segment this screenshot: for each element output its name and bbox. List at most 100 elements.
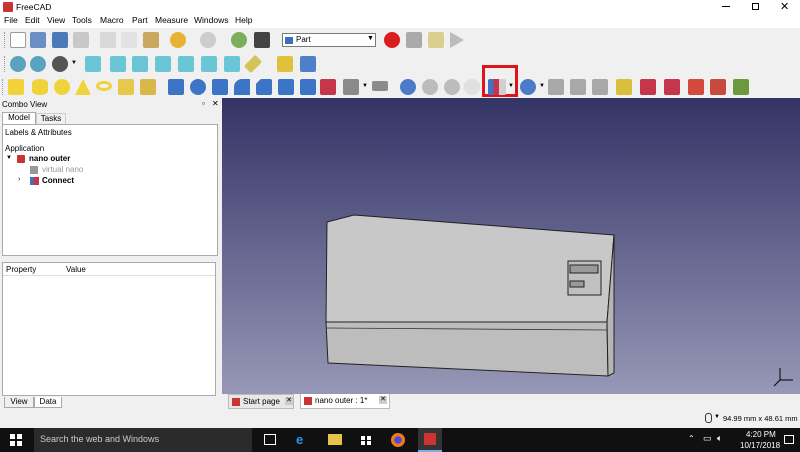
copy-icon[interactable]	[121, 32, 137, 48]
measure-linear-icon[interactable]	[664, 79, 680, 95]
minimize-icon[interactable]	[722, 6, 730, 7]
tab-tasks[interactable]: Tasks	[36, 113, 66, 124]
measure-clear-icon[interactable]	[733, 79, 749, 95]
clock-date[interactable]: 10/17/2018	[740, 441, 780, 450]
loft-icon[interactable]	[320, 79, 336, 95]
view-right-icon[interactable]	[155, 56, 171, 72]
cut-boolean-icon[interactable]	[422, 79, 438, 95]
edge-icon[interactable]: e	[296, 432, 303, 447]
menu-view[interactable]: View	[47, 15, 65, 25]
tree-item-connect[interactable]: Connect	[42, 176, 74, 185]
chamfer-icon[interactable]	[256, 79, 272, 95]
fit-selection-icon[interactable]	[30, 56, 46, 72]
tree-item-document[interactable]: nano outer	[29, 154, 70, 163]
file-explorer-icon[interactable]	[328, 434, 342, 445]
tab-start-page[interactable]: Start page ✕	[228, 394, 294, 409]
store-icon[interactable]	[360, 433, 372, 446]
notifications-icon[interactable]	[784, 435, 794, 444]
edit-macro-icon[interactable]	[428, 32, 444, 48]
cube-icon[interactable]	[8, 79, 24, 95]
view-top-icon[interactable]	[132, 56, 148, 72]
menu-windows[interactable]: Windows	[194, 15, 228, 25]
whats-this-icon[interactable]	[254, 32, 270, 48]
measure-distance-icon[interactable]	[243, 54, 263, 74]
common-icon[interactable]	[464, 79, 480, 95]
cylinder-icon[interactable]	[32, 79, 48, 95]
check-geometry-icon[interactable]	[616, 79, 632, 95]
torus-icon[interactable]	[96, 81, 112, 91]
expand-arrow-icon[interactable]: ▼	[6, 155, 12, 161]
tab-data[interactable]: Data	[34, 397, 62, 408]
network-icon[interactable]: ▭	[703, 433, 712, 444]
task-view-icon[interactable]	[264, 434, 276, 445]
3d-viewport[interactable]	[222, 98, 800, 394]
chevron-down-icon[interactable]: ▼	[508, 83, 514, 89]
make-face-icon[interactable]	[278, 79, 294, 95]
view-left-icon[interactable]	[224, 56, 240, 72]
draw-style-icon[interactable]	[52, 56, 68, 72]
menu-tools[interactable]: Tools	[72, 15, 92, 25]
redo-icon[interactable]	[200, 32, 216, 48]
search-box[interactable]: Search the web and Windows	[34, 428, 252, 452]
create-part-icon[interactable]	[277, 56, 293, 72]
close-icon[interactable]: ✕	[780, 0, 789, 13]
refresh-icon[interactable]	[231, 32, 247, 48]
measure-angular-icon[interactable]	[688, 79, 704, 95]
tree-item-virtual-nano[interactable]: virtual nano	[42, 165, 83, 174]
open-folder-icon[interactable]	[30, 32, 46, 48]
menu-help[interactable]: Help	[235, 15, 252, 25]
fillet-icon[interactable]	[234, 79, 250, 95]
firefox-icon[interactable]	[391, 433, 405, 447]
cut-icon[interactable]	[100, 32, 116, 48]
view-axo-icon[interactable]	[85, 56, 101, 72]
view-front-icon[interactable]	[110, 56, 126, 72]
primitives-icon[interactable]	[118, 79, 134, 95]
chevron-down-icon[interactable]: ▼	[539, 83, 545, 89]
sweep-icon[interactable]	[343, 79, 359, 95]
volume-icon[interactable]: 🔈︎	[717, 433, 722, 444]
tab-nano-outer[interactable]: nano outer : 1* ✕	[300, 394, 390, 409]
nano-outer-model[interactable]	[222, 98, 800, 394]
expand-arrow-icon[interactable]: ›	[18, 176, 20, 183]
cross-sections-icon[interactable]	[570, 79, 586, 95]
record-macro-icon[interactable]	[384, 32, 400, 48]
menu-file[interactable]: File	[4, 15, 18, 25]
chevron-down-icon[interactable]: ▼	[362, 83, 368, 89]
compound-icon[interactable]	[592, 79, 608, 95]
tab-view[interactable]: View	[4, 397, 34, 408]
paste-icon[interactable]	[143, 32, 159, 48]
freecad-taskbar-icon[interactable]	[418, 428, 442, 452]
tab-model[interactable]: Model	[2, 112, 36, 124]
clock-time[interactable]: 4:20 PM	[746, 430, 776, 439]
fit-all-icon[interactable]	[10, 56, 26, 72]
print-icon[interactable]	[73, 32, 89, 48]
float-panel-icon[interactable]: ▫	[202, 99, 205, 108]
save-icon[interactable]	[52, 32, 68, 48]
close-tab-icon[interactable]: ✕	[379, 396, 387, 404]
menu-measure[interactable]: Measure	[155, 15, 188, 25]
mirror-icon[interactable]	[212, 79, 228, 95]
fuse-icon[interactable]	[444, 79, 460, 95]
section-icon[interactable]	[548, 79, 564, 95]
chevron-up-icon[interactable]: ⌃	[688, 434, 695, 443]
chevron-down-icon[interactable]: ▼	[714, 414, 720, 420]
defeaturing-icon[interactable]	[640, 79, 656, 95]
new-file-icon[interactable]	[10, 32, 26, 48]
extrude-icon[interactable]	[168, 79, 184, 95]
chevron-down-icon[interactable]: ▼	[71, 60, 77, 66]
boolean-icon[interactable]	[400, 79, 416, 95]
maximize-icon[interactable]	[752, 3, 759, 10]
menu-part[interactable]: Part	[132, 15, 148, 25]
close-tab-icon[interactable]: ✕	[285, 397, 293, 405]
ruled-surface-icon[interactable]	[300, 79, 316, 95]
create-group-icon[interactable]	[300, 56, 316, 72]
undo-icon[interactable]	[170, 32, 186, 48]
revolve-icon[interactable]	[190, 79, 206, 95]
menu-edit[interactable]: Edit	[25, 15, 40, 25]
menu-macro[interactable]: Macro	[100, 15, 124, 25]
windows-start-icon[interactable]	[10, 434, 22, 446]
view-bottom-icon[interactable]	[201, 56, 217, 72]
offset-icon[interactable]	[372, 81, 388, 91]
view-rear-icon[interactable]	[178, 56, 194, 72]
workbench-selector[interactable]: Part ▼	[282, 33, 376, 47]
